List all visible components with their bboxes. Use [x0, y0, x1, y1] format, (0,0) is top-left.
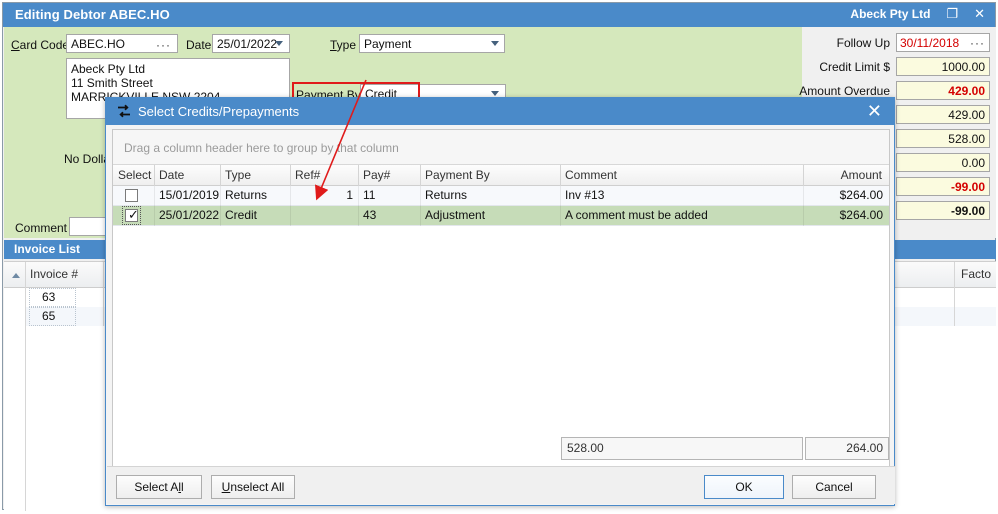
summary-value-4: 429.00	[896, 105, 990, 124]
main-window-titlebar: Editing Debtor ABEC.HO Abeck Pty Ltd ❐ ✕	[3, 3, 995, 27]
dialog-close-icon[interactable]: ✕	[867, 101, 882, 121]
cell-type: Returns	[225, 188, 268, 202]
summary-label-amount-overdue: Amount Overdue	[799, 84, 890, 98]
col-pay[interactable]: Pay#	[363, 168, 390, 182]
credits-grid-header-row: Select Date Type Ref# Pay# Payment By Co…	[113, 165, 889, 186]
close-icon[interactable]: ✕	[974, 7, 985, 21]
cell-comment: Inv #13	[565, 188, 605, 202]
follow-up-value: 30/11/2018	[900, 36, 960, 50]
invoice-grid-divider	[954, 307, 955, 326]
credit-limit-value: 1000.00	[896, 57, 990, 76]
dialog-footer: Select All Unselect All OK Cancel	[107, 466, 895, 504]
sort-ascending-icon[interactable]	[12, 273, 20, 278]
follow-up-input[interactable]: 30/11/2018 ···	[896, 33, 990, 52]
type-chevron-down-icon[interactable]	[491, 41, 499, 46]
grid-col-divider[interactable]	[420, 165, 421, 186]
row-marker[interactable]	[4, 288, 26, 307]
cell-pay: 43	[363, 208, 377, 222]
grid-col-divider[interactable]	[290, 165, 291, 186]
select-all-button[interactable]: Select All	[116, 475, 202, 499]
dialog-title: Select Credits/Prepayments	[138, 104, 300, 119]
summary-value-5: 528.00	[896, 129, 990, 148]
cell-date: 25/01/2022	[159, 208, 220, 222]
grid-col-divider[interactable]	[358, 165, 359, 186]
invoice-grid-divider	[954, 288, 955, 307]
col-type[interactable]: Type	[225, 168, 251, 182]
summary-value-7: -99.00	[896, 177, 990, 196]
invoice-grid-col-invoice[interactable]: Invoice #	[30, 267, 78, 281]
cell-payment-by: Returns	[425, 188, 468, 202]
summary-value-6: 0.00	[896, 153, 990, 172]
grid-col-divider[interactable]	[154, 165, 155, 186]
col-payment-by[interactable]: Payment By	[425, 168, 490, 182]
col-comment[interactable]: Comment	[565, 168, 617, 182]
cell-ref: 1	[346, 188, 353, 202]
window-title: Editing Debtor ABEC.HO	[15, 7, 170, 22]
col-select[interactable]: Select	[118, 168, 151, 182]
grid-col-divider[interactable]	[803, 165, 804, 186]
date-chevron-down-icon[interactable]	[275, 41, 283, 46]
cell-amount: $264.00	[839, 188, 883, 202]
amount-overdue-value: 429.00	[896, 81, 990, 100]
cell-amount: $264.00	[839, 208, 883, 222]
card-code-lookup-icon[interactable]: ···	[156, 39, 171, 51]
invoice-grid-divider	[954, 262, 955, 288]
ok-button[interactable]: OK	[704, 475, 784, 499]
summary-value-8: -99.00	[896, 201, 990, 220]
type-label: Type	[330, 38, 357, 52]
cell-date: 15/01/2019	[159, 188, 220, 202]
invoice-grid-divider	[103, 288, 104, 307]
row-marker[interactable]	[4, 307, 26, 326]
col-date[interactable]: Date	[159, 168, 184, 182]
type-select[interactable]: Payment	[359, 34, 505, 53]
check-icon: ✓	[128, 207, 139, 222]
invoice-grid-col-facto[interactable]: Facto	[961, 267, 991, 281]
table-row[interactable]: 15/01/2019 Returns 1 11 Returns Inv #13 …	[113, 186, 889, 206]
invoice-grid-divider	[25, 262, 26, 288]
grid-col-divider[interactable]	[220, 165, 221, 186]
invoice-grid-divider	[103, 307, 104, 326]
cell-comment: A comment must be added	[565, 208, 708, 222]
invoice-grid-divider	[103, 262, 104, 288]
restore-icon[interactable]: ❐	[946, 7, 958, 21]
summary-label-credit-limit: Credit Limit $	[819, 60, 890, 74]
company-name-label: Abeck Pty Ltd	[850, 7, 931, 21]
date-label: Date	[186, 38, 212, 52]
col-ref[interactable]: Ref#	[295, 168, 320, 182]
payment-by-chevron-down-icon[interactable]	[491, 91, 499, 96]
col-amount[interactable]: Amount	[841, 168, 882, 182]
grid-col-divider[interactable]	[560, 165, 561, 186]
dialog-grid-panel: Drag a column header here to group by th…	[112, 129, 890, 467]
select-credits-dialog: Select Credits/Prepayments ✕ Drag a colu…	[105, 97, 895, 506]
invoice-number-cell: 63	[42, 290, 56, 304]
cell-payment-by: Adjustment	[425, 208, 486, 222]
unselect-all-button[interactable]: Unselect All	[211, 475, 295, 499]
table-row[interactable]: ✓ 25/01/2022 Credit 43 Adjustment A comm…	[113, 206, 889, 226]
titlebar-right-group: Abeck Pty Ltd ❐ ✕	[850, 7, 985, 22]
cancel-button[interactable]: Cancel	[792, 475, 876, 499]
invoice-grid-divider	[25, 288, 26, 511]
dialog-titlebar: Select Credits/Prepayments ✕	[106, 98, 894, 125]
follow-up-lookup-icon[interactable]: ···	[970, 35, 985, 51]
summary-label-follow-up: Follow Up	[836, 36, 890, 50]
cell-type: Credit	[225, 208, 258, 222]
card-code-label: Card Code	[11, 38, 70, 52]
total-amount-field[interactable]: 528.00	[561, 437, 803, 460]
invoice-number-cell: 65	[42, 309, 56, 323]
swap-icon	[117, 104, 131, 118]
screenshot-root: Editing Debtor ABEC.HO Abeck Pty Ltd ❐ ✕…	[0, 0, 998, 514]
comment-label: Comment	[15, 221, 68, 235]
group-by-panel[interactable]: Drag a column header here to group by th…	[113, 130, 889, 165]
cell-pay: 11	[363, 188, 376, 202]
row-select-checkbox[interactable]: ✓	[122, 206, 141, 225]
row-select-checkbox[interactable]	[125, 189, 138, 202]
selected-amount-field[interactable]: 264.00	[805, 437, 889, 460]
